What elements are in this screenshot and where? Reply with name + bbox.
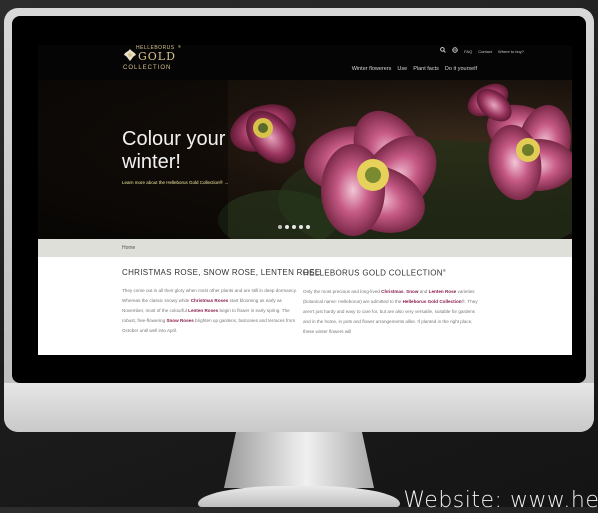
highlight-gold-collection[interactable]: Helleborus Gold Collection [403,299,462,304]
contact-link[interactable]: Contact [478,49,492,54]
intro-paragraph-right: Only the most precious and long-lived Ch… [303,287,480,337]
highlight-lenten-rose[interactable]: Lenten Rose [429,289,457,294]
breadcrumb-home[interactable]: Home [122,245,135,251]
logo-registered-mark: ® [178,45,181,49]
intro-paragraph-left: They come out in all their glory when mo… [122,286,299,336]
site-header: HELLEBORUS GOLD COLLECTION ® FAQ Contact… [38,45,572,80]
registered-mark: ® [442,268,447,273]
slider-dots [278,225,310,229]
slider-dot[interactable] [299,225,303,229]
globe-icon[interactable] [452,47,458,55]
hero-learn-more-link[interactable]: Learn more about the Helleborus Gold Col… [122,180,229,185]
nav-use[interactable]: Use [397,66,407,72]
utility-nav: FAQ Contact Where to buy? [440,47,524,55]
website-caption: Website: www.hel [403,488,598,513]
breadcrumb: Home [38,239,572,257]
highlight-christmas-roses[interactable]: Christmas Roses [191,298,229,303]
intro-column-right: HELLEBORUS GOLD COLLECTION® Only the mos… [303,268,480,337]
nav-do-it-yourself[interactable]: Do it yourself [445,66,477,72]
intro-column-left: CHRISTMAS ROSE, SNOW ROSE, LENTEN ROSE T… [122,268,321,336]
site-logo[interactable]: HELLEBORUS GOLD COLLECTION ® [122,45,181,75]
hero-slider[interactable]: Colour your winter! Learn more about the… [38,80,572,239]
monitor-stand [224,432,374,488]
slider-dot[interactable] [306,225,310,229]
heading-text: HELLEBORUS GOLD COLLECTION [303,268,443,278]
nav-winter-flowerers[interactable]: Winter flowerers [352,66,392,72]
text-span: and [418,288,429,294]
highlight-lenten-roses[interactable]: Lenten Roses [188,308,218,313]
website-screen: HELLEBORUS GOLD COLLECTION ® FAQ Contact… [38,45,572,355]
highlight-snow-roses[interactable]: Snow Roses [166,318,193,323]
slider-dot[interactable] [292,225,296,229]
main-nav: Winter flowerers Use Plant facts Do it y… [352,66,477,72]
section-heading-roses: CHRISTMAS ROSE, SNOW ROSE, LENTEN ROSE [122,268,321,277]
search-icon[interactable] [440,47,446,55]
section-heading-gold-collection: HELLEBORUS GOLD COLLECTION® [303,268,480,278]
monitor-base [198,486,400,507]
hellebore-flowers-photo [38,80,572,239]
main-content: CHRISTMAS ROSE, SNOW ROSE, LENTEN ROSE T… [38,257,572,355]
slider-dot[interactable] [278,225,282,229]
highlight-christmas[interactable]: Christmas [381,289,403,294]
hero-title: Colour your winter! [122,128,226,173]
highlight-snow[interactable]: Snow [406,289,418,294]
slider-dot[interactable] [285,225,289,229]
monitor-chin [4,383,594,432]
text-span: Only the most precious and long-lived [303,288,382,294]
nav-plant-facts[interactable]: Plant facts [413,66,439,72]
logo-text-main: GOLD [138,50,176,63]
logo-text-bottom: COLLECTION [123,65,172,71]
where-to-buy-link[interactable]: Where to buy? [498,49,524,54]
faq-link[interactable]: FAQ [464,49,472,54]
